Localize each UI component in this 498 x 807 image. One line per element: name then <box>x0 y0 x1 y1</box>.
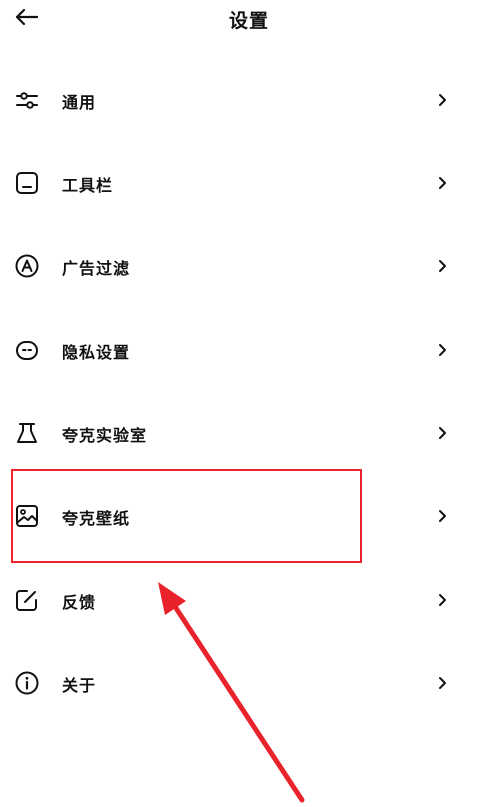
sliders-icon <box>16 92 38 109</box>
menu-label: 关于 <box>62 676 97 695</box>
menu-label: 工具栏 <box>62 176 114 195</box>
menu-item-general[interactable]: 通用 <box>0 70 498 130</box>
menu-item-about[interactable]: 关于 <box>0 653 498 713</box>
menu-item-ad-filter[interactable]: 广告过滤 <box>0 236 498 296</box>
menu-item-wallpaper[interactable]: 夸克壁纸 <box>0 486 498 546</box>
chevron-right-icon <box>439 260 446 272</box>
chevron-right-icon <box>439 344 446 356</box>
chevron-right-icon <box>439 427 446 439</box>
menu-label: 通用 <box>62 93 97 112</box>
feedback-edit-icon <box>16 590 37 611</box>
menu-label: 隐私设置 <box>62 343 131 362</box>
chevron-right-icon <box>439 510 446 522</box>
menu-label: 夸克壁纸 <box>62 509 131 528</box>
menu-label: 广告过滤 <box>62 259 131 278</box>
ad-filter-icon <box>15 254 39 278</box>
chevron-right-icon <box>439 594 446 606</box>
menu-item-lab[interactable]: 夸克实验室 <box>0 403 498 463</box>
menu-item-privacy[interactable]: 隐私设置 <box>0 320 498 380</box>
chevron-right-icon <box>439 677 446 689</box>
menu-item-feedback[interactable]: 反馈 <box>0 570 498 630</box>
menu-item-toolbar[interactable]: 工具栏 <box>0 153 498 213</box>
chevron-right-icon <box>439 94 446 106</box>
menu-label: 夸克实验室 <box>62 426 148 445</box>
privacy-mask-icon <box>16 341 38 360</box>
flask-icon <box>17 423 37 443</box>
page-title: 设置 <box>228 10 269 32</box>
menu-label: 反馈 <box>62 593 97 612</box>
chevron-right-icon <box>439 177 446 189</box>
toolbar-icon <box>16 172 38 194</box>
wallpaper-icon <box>16 505 38 527</box>
info-icon <box>15 671 39 695</box>
header-bar: 设置 <box>0 0 498 40</box>
